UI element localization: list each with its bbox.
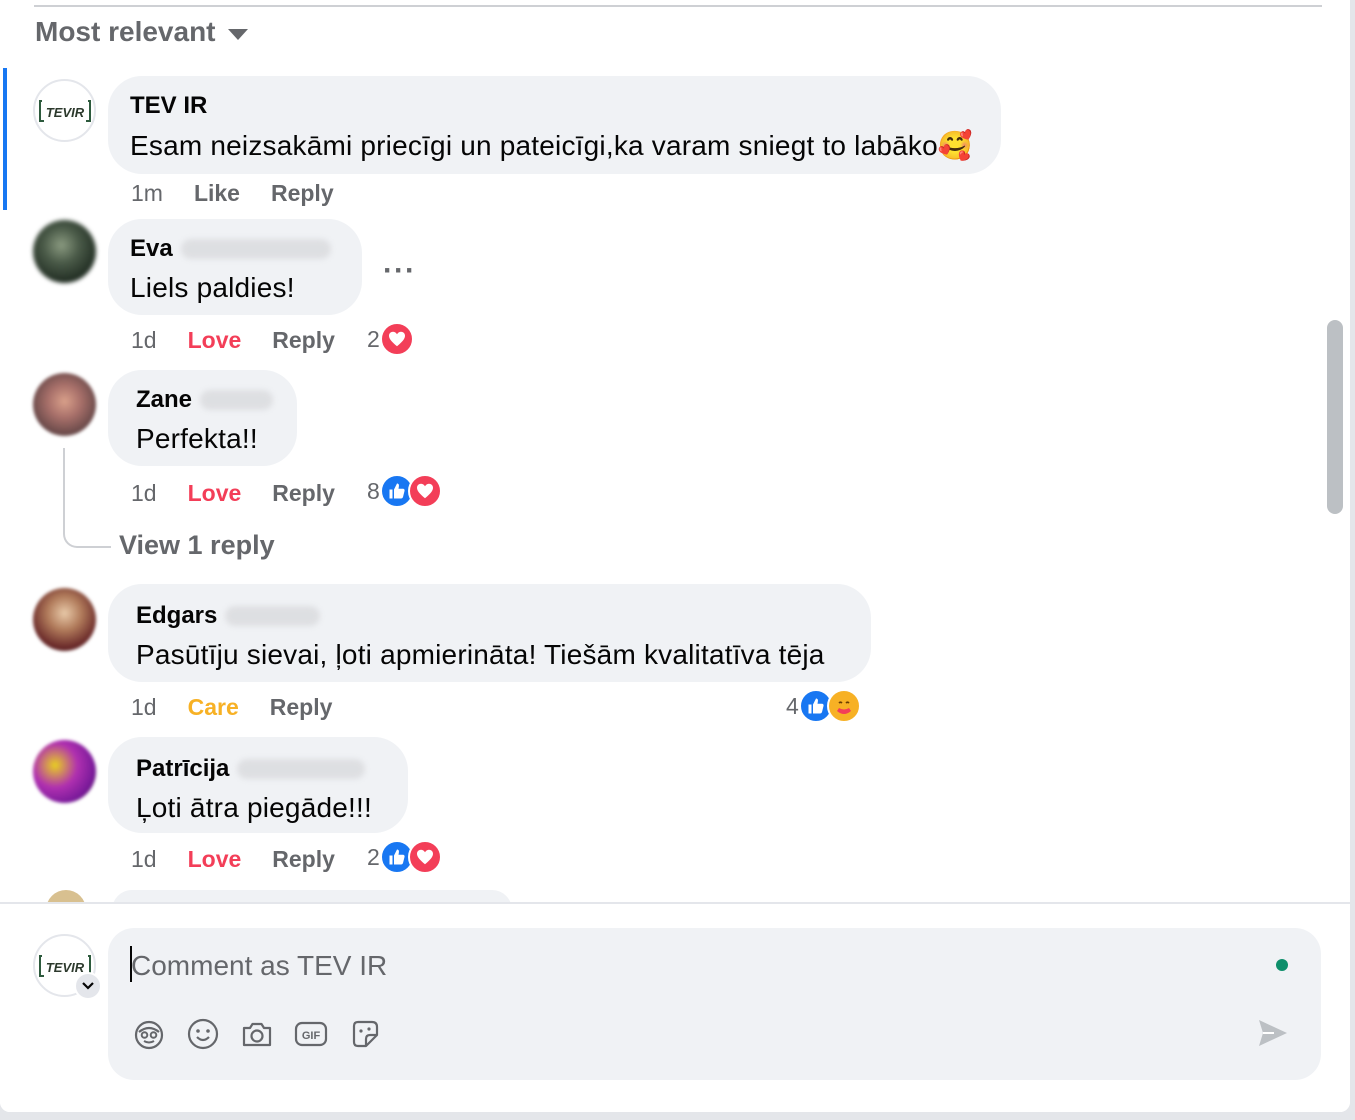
comment-time[interactable]: 1m bbox=[131, 180, 163, 207]
comment-time[interactable]: 1d bbox=[131, 846, 157, 873]
reaction-count: 8 bbox=[367, 477, 380, 504]
comment-author[interactable]: Zane bbox=[136, 386, 273, 414]
avatar[interactable] bbox=[33, 740, 96, 803]
new-comment-highlight bbox=[3, 68, 7, 210]
tev-ir-logo-icon: TEVIR bbox=[38, 99, 91, 122]
composer-toolbar: GIF bbox=[131, 1016, 401, 1052]
text-cursor bbox=[130, 946, 132, 982]
author-first-name: Edgars bbox=[136, 602, 218, 629]
avatar[interactable] bbox=[33, 373, 96, 436]
sort-dropdown[interactable]: Most relevant bbox=[35, 16, 248, 48]
sticker-icon[interactable] bbox=[347, 1016, 383, 1052]
comment-author[interactable]: Edgars bbox=[136, 602, 847, 630]
comments-panel: Most relevant TEVIR TEV IR Esam neizsakā… bbox=[0, 0, 1350, 1112]
reaction-count: 2 bbox=[367, 325, 380, 352]
more-options-button[interactable]: ··· bbox=[383, 254, 416, 288]
love-button[interactable]: Love bbox=[188, 846, 242, 873]
comment-input-placeholder: Comment as TEV IR bbox=[131, 950, 388, 981]
blurred-last-name bbox=[180, 239, 331, 259]
reaction-summary[interactable]: 2 bbox=[367, 322, 414, 356]
heart-reaction-icon bbox=[407, 474, 442, 508]
sort-label: Most relevant bbox=[35, 16, 216, 47]
comment-bubble: Patrīcija Ļoti ātra piegāde!!! bbox=[108, 737, 408, 833]
love-button[interactable]: Love bbox=[188, 327, 242, 354]
reply-button[interactable]: Reply bbox=[271, 180, 334, 207]
avatar[interactable] bbox=[33, 588, 96, 651]
heart-reaction-icon bbox=[379, 322, 414, 356]
blurred-last-name bbox=[200, 390, 273, 410]
svg-text:TEVIR: TEVIR bbox=[45, 960, 84, 975]
comment-actions: 1m Like Reply bbox=[131, 180, 365, 207]
reaction-summary[interactable]: 4 bbox=[786, 689, 861, 723]
status-dot bbox=[1276, 959, 1288, 971]
camera-icon[interactable] bbox=[239, 1016, 275, 1052]
comment-text: Esam neizsakāmi priecīgi un pateicīgi,ka… bbox=[130, 130, 973, 161]
avatar-sticker-icon[interactable] bbox=[131, 1016, 167, 1052]
divider bbox=[34, 5, 1322, 7]
reply-button[interactable]: Reply bbox=[272, 846, 335, 873]
author-first-name: Zane bbox=[136, 386, 193, 413]
comment-bubble: Edgars Pasūtīju sievai, ļoti apmierināta… bbox=[108, 584, 871, 682]
comment-actions: 1d Love Reply bbox=[131, 846, 366, 873]
love-button[interactable]: Love bbox=[188, 480, 242, 507]
svg-text:GIF: GIF bbox=[302, 1030, 321, 1042]
care-button[interactable]: Care bbox=[188, 694, 239, 721]
comment-bubble: Eva Liels paldies! bbox=[108, 219, 362, 315]
comment-actions: 1d Love Reply bbox=[131, 327, 366, 354]
comment-text: Ļoti ātra piegāde!!! bbox=[136, 792, 372, 823]
comment-actions: 1d Care Reply bbox=[131, 694, 363, 721]
reply-button[interactable]: Reply bbox=[270, 694, 333, 721]
reaction-count: 2 bbox=[367, 843, 380, 870]
avatar[interactable]: TEVIR bbox=[33, 79, 96, 142]
thread-connector-line bbox=[63, 448, 111, 548]
blurred-last-name bbox=[237, 759, 366, 779]
reply-button[interactable]: Reply bbox=[272, 480, 335, 507]
chevron-down-icon[interactable] bbox=[74, 972, 102, 1000]
comment-text: Liels paldies! bbox=[130, 272, 295, 303]
gif-icon[interactable]: GIF bbox=[293, 1016, 329, 1052]
comment-time[interactable]: 1d bbox=[131, 480, 157, 507]
svg-text:TEVIR: TEVIR bbox=[45, 105, 84, 120]
comment-text: Perfekta!! bbox=[136, 423, 258, 454]
view-replies-button[interactable]: View 1 reply bbox=[119, 530, 275, 561]
reaction-count: 4 bbox=[786, 692, 799, 719]
comment-bubble: TEV IR Esam neizsakāmi priecīgi un patei… bbox=[108, 76, 1001, 174]
author-first-name: Eva bbox=[130, 235, 173, 262]
comment-author[interactable]: Patrīcija bbox=[136, 755, 384, 783]
comment-text: Pasūtīju sievai, ļoti apmierināta! Tiešā… bbox=[136, 639, 825, 670]
comment-author[interactable]: Eva bbox=[130, 235, 338, 263]
reply-button[interactable]: Reply bbox=[272, 327, 335, 354]
comment-bubble: Zane Perfekta!! bbox=[108, 370, 297, 466]
care-reaction-icon bbox=[826, 689, 861, 723]
heart-reaction-icon bbox=[407, 840, 442, 874]
reaction-summary[interactable]: 8 bbox=[367, 474, 442, 508]
like-button[interactable]: Like bbox=[194, 180, 240, 207]
comment-time[interactable]: 1d bbox=[131, 327, 157, 354]
comment-time[interactable]: 1d bbox=[131, 694, 157, 721]
emoji-icon[interactable] bbox=[185, 1016, 221, 1052]
scrollbar-thumb[interactable] bbox=[1327, 320, 1343, 514]
reaction-summary[interactable]: 2 bbox=[367, 840, 442, 874]
author-first-name: Patrīcija bbox=[136, 755, 230, 782]
avatar[interactable] bbox=[33, 220, 96, 283]
comment-actions: 1d Love Reply bbox=[131, 480, 366, 507]
send-icon[interactable] bbox=[1256, 1016, 1292, 1052]
blurred-last-name bbox=[225, 606, 321, 626]
comment-author[interactable]: TEV IR bbox=[130, 92, 977, 120]
caret-down-icon bbox=[227, 28, 248, 40]
